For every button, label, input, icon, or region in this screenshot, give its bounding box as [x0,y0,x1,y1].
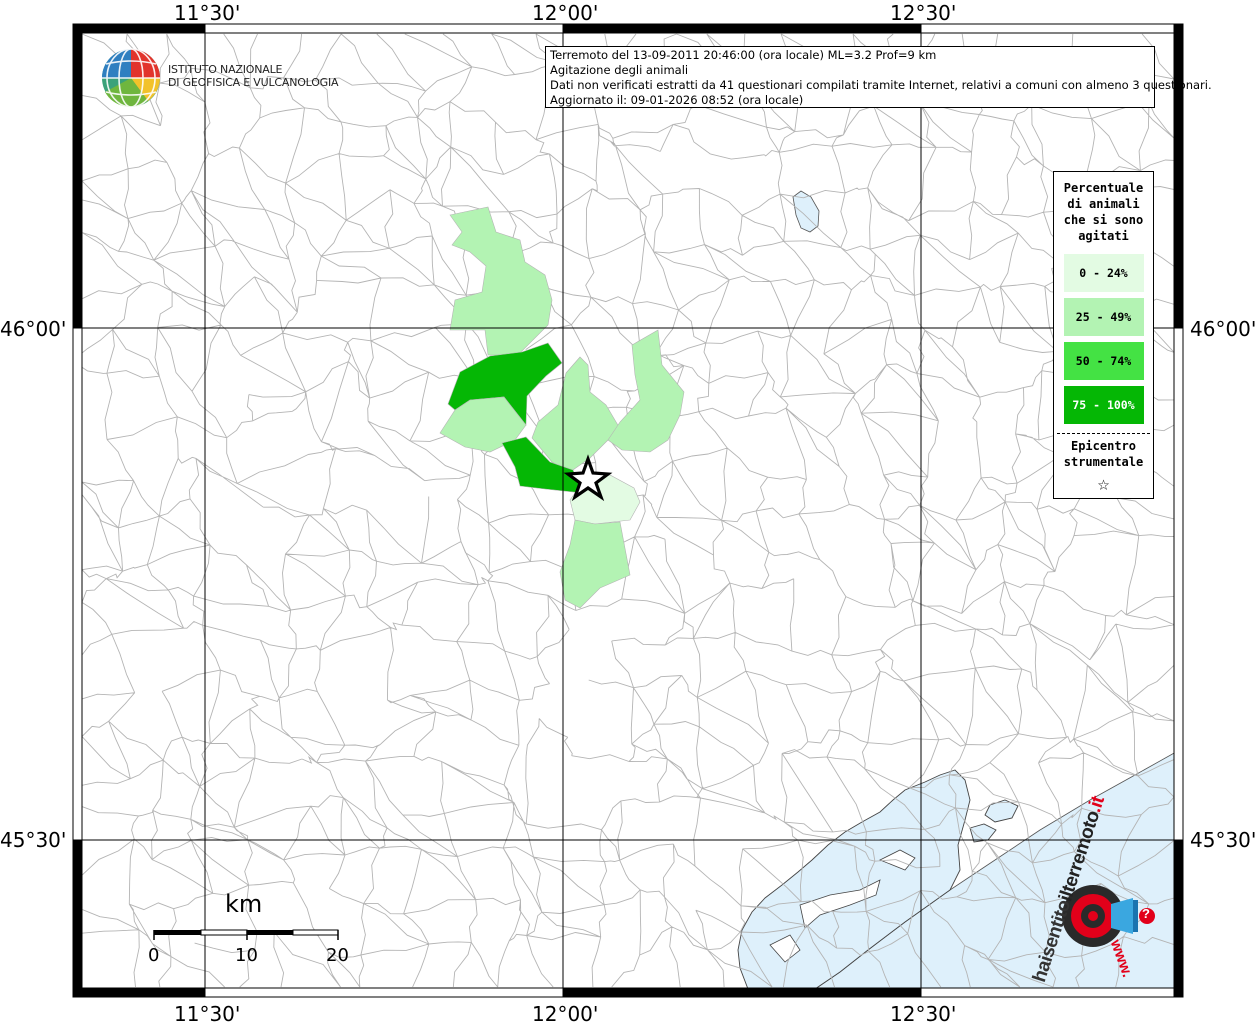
legend-star-icon: ☆ [1097,471,1110,495]
logo-line-2: DI GEOFISICA E VULCANOLOGIA [168,76,339,89]
lon-label-bottom-1: 11°30' [174,1002,241,1026]
lon-label-top-3: 12°30' [890,1,957,25]
event-info-box: Terremoto del 13-09-2011 20:46:00 (ora l… [545,46,1212,108]
legend-title-line: Percentuale [1063,181,1144,195]
scale-label-20: 20 [326,945,349,966]
legend-title-line: agitati [1078,229,1129,243]
frame-segment [72,23,83,34]
legend-title: Percentuale di animali che si sono agita… [1054,180,1153,244]
frame-segment [72,327,83,841]
ingv-globe-icon [102,48,160,108]
frame-segment [72,987,83,998]
ingv-logo-text: ISTITUTO NAZIONALE DI GEOFISICA E VULCAN… [168,63,339,89]
frame-segment [72,839,83,989]
info-line-2: Agitazione degli animali [550,63,689,77]
frame-segment [1173,839,1184,989]
lat-label-right-1: 46°00' [1190,317,1256,341]
legend-class-3: 75 - 100% [1063,386,1144,424]
frame-segment [920,987,1175,998]
legend-class-0: 0 - 24% [1063,254,1144,292]
frame-segment [562,23,922,34]
frame-segment [920,23,1175,34]
frame-segment [81,23,206,34]
frame-segment [1173,327,1184,841]
info-line-1: Terremoto del 13-09-2011 20:46:00 (ora l… [550,48,937,62]
legend-class-1: 25 - 49% [1063,298,1144,336]
legend-epicenter-line: strumentale [1063,455,1144,469]
frame-segment [562,987,922,998]
scale-unit: km [225,890,263,918]
legend-title-line: che si sono [1063,213,1144,227]
lon-label-bottom-3: 12°30' [890,1002,957,1026]
frame-segment [204,23,564,34]
legend-class-2: 50 - 74% [1063,342,1144,380]
lat-label-left-2: 45°30' [0,828,67,852]
frame-segment [204,987,564,998]
legend: Percentuale di animali che si sono agita… [1053,171,1154,499]
legend-epicenter-label: Epicentro strumentale [1054,438,1153,470]
lat-label-right-2: 45°30' [1190,828,1256,852]
legend-epicenter-line: Epicentro [1070,439,1137,453]
frame-segment [1173,23,1184,34]
lat-label-left-1: 46°00' [0,317,67,341]
info-line-3: Dati non verificati estratti da 41 quest… [550,78,1212,92]
scale-label-10: 10 [235,945,258,966]
lon-label-top-2: 12°00' [532,1,599,25]
scale-label-0: 0 [148,945,160,966]
frame-segment [72,32,83,329]
frame-segment [81,987,206,998]
legend-separator [1057,433,1150,434]
watermark-badge: ? [1142,906,1150,921]
frame-segment [1173,987,1184,998]
legend-title-line: di animali [1067,197,1140,211]
logo-line-1: ISTITUTO NAZIONALE [168,63,283,76]
lon-label-top-1: 11°30' [174,1,241,25]
info-line-4: Aggiornato il: 09-01-2026 08:52 (ora loc… [550,93,804,107]
lon-label-bottom-2: 12°00' [532,1002,599,1026]
